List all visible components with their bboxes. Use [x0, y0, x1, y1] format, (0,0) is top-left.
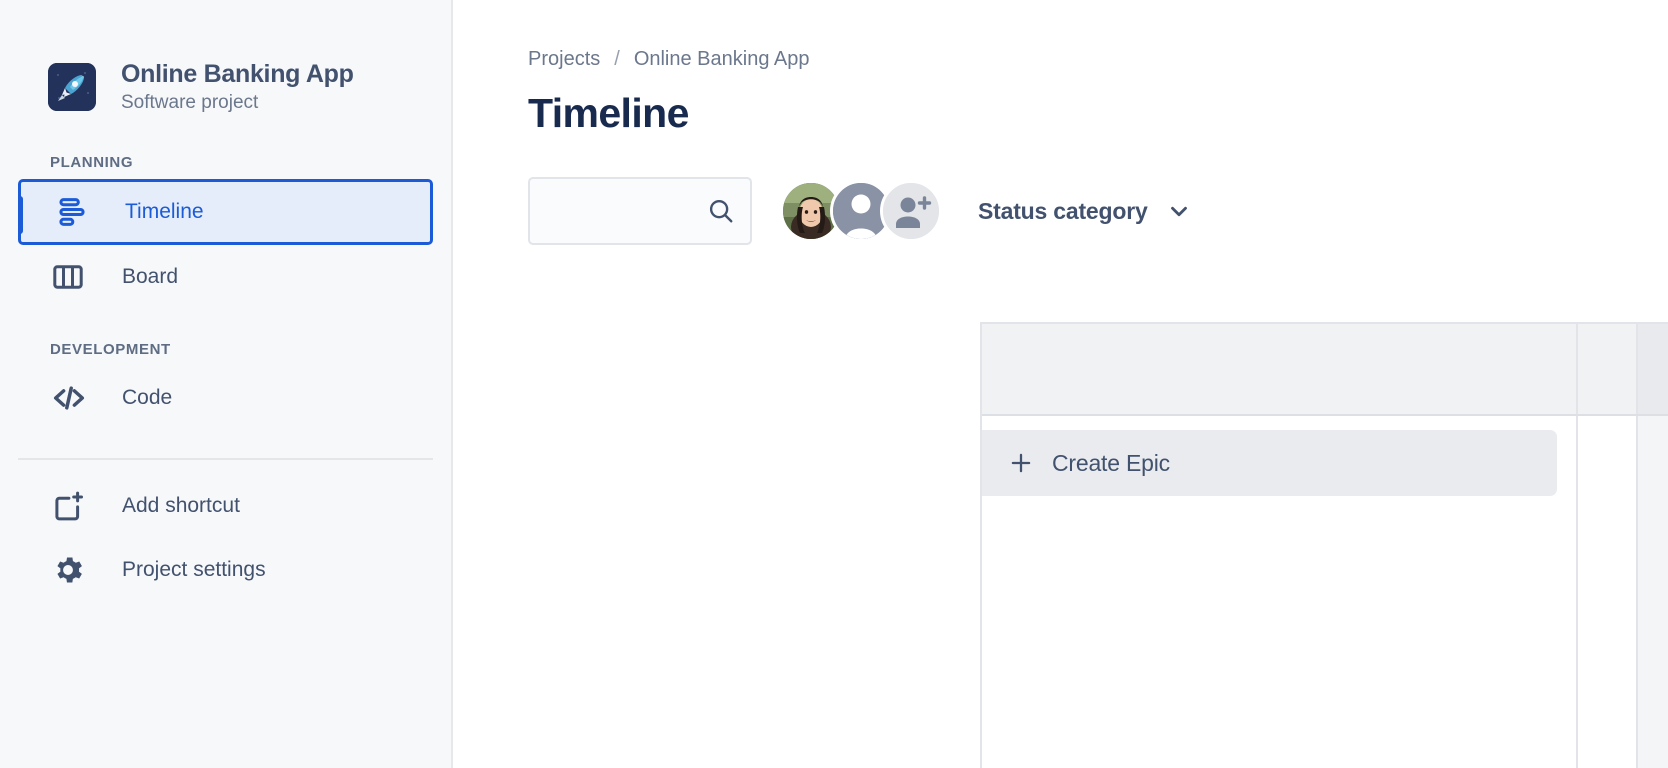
rocket-icon: [48, 63, 96, 111]
breadcrumb-projects[interactable]: Projects: [528, 48, 600, 71]
avatar-group: [780, 180, 942, 242]
app-root: Online Banking App Software project PLAN…: [0, 0, 1668, 768]
timeline-epics-column: Create Epic: [982, 416, 1578, 768]
timeline-epics-column-header: [982, 324, 1578, 414]
project-header[interactable]: Online Banking App Software project: [0, 52, 451, 122]
timeline-spacer-column: [1578, 416, 1638, 768]
section-label-planning: PLANNING: [50, 154, 134, 171]
timeline-header-row: JUL: [982, 324, 1668, 416]
breadcrumb: Projects / Online Banking App: [528, 44, 1668, 74]
page-title: Timeline: [528, 90, 689, 136]
project-sidebar: Online Banking App Software project PLAN…: [0, 0, 453, 768]
add-shortcut-icon: [50, 488, 90, 524]
sidebar-item-label-project-settings: Project settings: [122, 558, 266, 581]
plus-icon: [1008, 450, 1034, 476]
main-content: Projects / Online Banking App Timeline S…: [453, 0, 1668, 768]
code-icon: [50, 379, 90, 417]
sidebar-item-label-timeline: Timeline: [125, 200, 204, 223]
sidebar-divider: [18, 458, 433, 460]
sidebar-item-board[interactable]: Board: [0, 245, 451, 309]
create-epic-label: Create Epic: [1052, 449, 1170, 476]
board-icon: [50, 259, 90, 295]
add-people-avatar[interactable]: [880, 180, 942, 242]
status-category-dropdown[interactable]: Status category: [978, 188, 1192, 234]
sidebar-item-code[interactable]: Code: [0, 366, 451, 430]
sidebar-item-timeline[interactable]: Timeline: [18, 179, 433, 245]
sidebar-item-label-board: Board: [122, 265, 179, 288]
timeline-month-header: JUL: [1638, 324, 1668, 414]
create-epic-button[interactable]: Create Epic: [982, 430, 1557, 496]
search-box[interactable]: [528, 177, 835, 245]
project-name: Online Banking App: [121, 59, 354, 88]
timeline-spacer-column-header: [1578, 324, 1638, 414]
gear-icon: [50, 552, 90, 588]
project-meta: Online Banking App Software project: [121, 59, 354, 116]
timeline-toolbar: Status category: [528, 177, 1668, 245]
chevron-down-icon: [1166, 198, 1192, 224]
breadcrumb-current-project[interactable]: Online Banking App: [634, 48, 810, 71]
search-icon: [706, 196, 736, 226]
sidebar-item-add-shortcut[interactable]: Add shortcut: [0, 474, 451, 538]
project-subtitle: Software project: [121, 91, 259, 113]
timeline-icon: [53, 193, 93, 231]
status-category-label: Status category: [978, 197, 1148, 224]
section-label-development: DEVELOPMENT: [50, 341, 171, 358]
timeline-grid: JUL Create Epic: [980, 322, 1668, 768]
sidebar-item-project-settings[interactable]: Project settings: [0, 538, 451, 602]
breadcrumb-separator: /: [614, 47, 620, 70]
sidebar-item-label-code: Code: [122, 386, 173, 409]
timeline-body: Create Epic: [982, 416, 1668, 768]
timeline-chart-area[interactable]: [1638, 416, 1668, 768]
sidebar-item-label-add-shortcut: Add shortcut: [122, 494, 240, 517]
